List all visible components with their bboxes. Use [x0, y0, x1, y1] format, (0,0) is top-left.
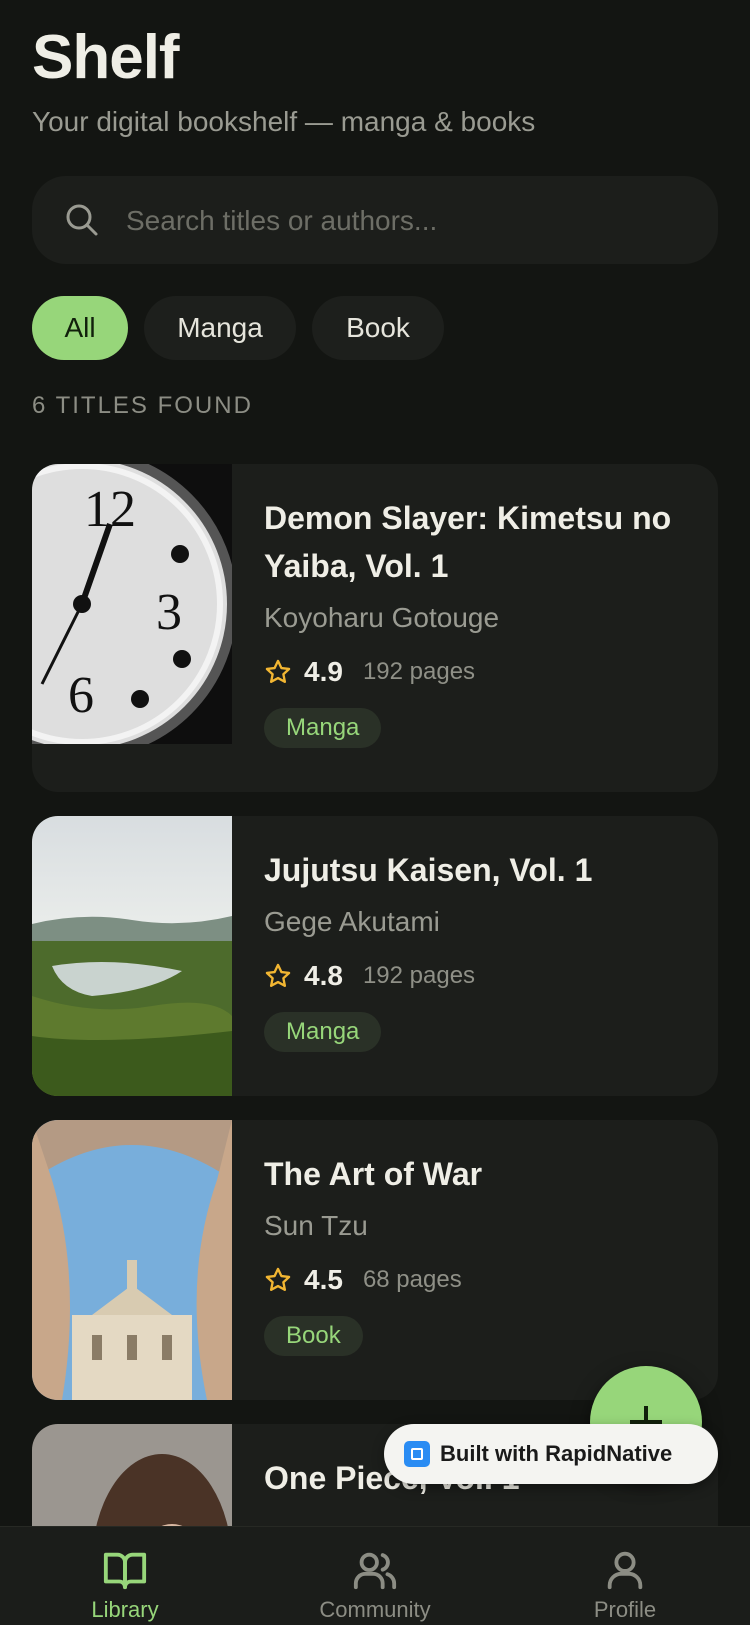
badge-text: Built with RapidNative: [440, 1441, 673, 1466]
page-title: Shelf: [32, 23, 180, 92]
users-icon: [353, 1552, 397, 1590]
book-title: Jujutsu Kaisen, Vol. 1: [264, 852, 593, 888]
book-rating: 4.8: [304, 960, 343, 991]
star-icon: [265, 659, 291, 683]
page-subtitle: Your digital bookshelf — manga & books: [32, 106, 536, 137]
filter-chip-book[interactable]: Book: [312, 296, 444, 360]
star-icon: [265, 963, 291, 987]
search-bar[interactable]: [32, 176, 718, 266]
category-tag: Book: [264, 1316, 363, 1356]
filter-chip-manga[interactable]: Manga: [144, 296, 296, 360]
svg-text:3: 3: [156, 584, 182, 641]
tab-label: Library: [91, 1597, 159, 1622]
book-cover-image: 12 3 6: [32, 464, 232, 744]
book-rating: 4.5: [304, 1264, 343, 1295]
rapidnative-logo-icon: [404, 1441, 430, 1467]
tab-community[interactable]: Community: [250, 1527, 500, 1625]
filter-chip-all[interactable]: All: [32, 296, 128, 360]
category-tag: Manga: [264, 708, 382, 748]
search-input[interactable]: [124, 176, 688, 266]
bottom-tab-bar: Library Community Profile: [0, 1526, 750, 1625]
book-pages: 68 pages: [362, 1266, 462, 1293]
search-icon: [66, 204, 98, 236]
tab-label: Community: [319, 1597, 431, 1622]
book-title: Demon Slayer: Kimetsu no Yaiba, Vol. 1: [264, 500, 672, 584]
book-pages: 192 pages: [362, 962, 476, 989]
results-count: 6 TITLES FOUND: [32, 392, 253, 419]
tab-label: Profile: [593, 1597, 657, 1622]
built-with-badge[interactable]: Built with RapidNative: [384, 1424, 718, 1484]
tab-library[interactable]: Library: [0, 1527, 250, 1625]
book-author: Sun Tzu: [264, 1210, 368, 1241]
book-card[interactable]: The Art of War Sun Tzu 4.5 68 pages Book: [32, 1120, 718, 1400]
book-author: Koyoharu Gotouge: [264, 602, 500, 633]
tab-profile[interactable]: Profile: [500, 1527, 750, 1625]
category-tag: Manga: [264, 1012, 382, 1052]
book-rating: 4.9: [304, 656, 343, 687]
book-pages: 192 pages: [362, 658, 476, 685]
book-title: The Art of War: [264, 1156, 483, 1192]
svg-text:6: 6: [68, 667, 94, 724]
book-cover-image: [32, 1120, 232, 1400]
book-author: Gege Akutami: [264, 906, 440, 937]
book-card[interactable]: 12 3 6 Demon Slayer: Kimetsu no Yaiba, V…: [32, 464, 718, 792]
book-open-icon: [103, 1552, 147, 1590]
star-icon: [265, 1267, 291, 1291]
user-icon: [607, 1551, 643, 1590]
book-card[interactable]: Jujutsu Kaisen, Vol. 1 Gege Akutami 4.8 …: [32, 816, 718, 1096]
book-cover-image: [32, 816, 232, 1096]
